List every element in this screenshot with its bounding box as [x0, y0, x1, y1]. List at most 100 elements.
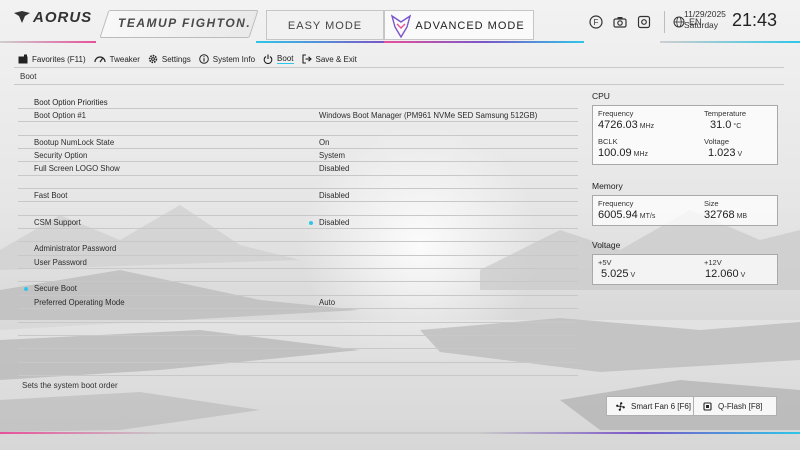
empty-row	[18, 336, 578, 350]
admin-password-row[interactable]: Administrator Password	[18, 242, 578, 256]
csm-support-value[interactable]: Disabled	[319, 218, 349, 227]
help-description: Sets the system boot order	[22, 381, 118, 390]
footer-accent-line	[0, 432, 800, 434]
spacer-row	[18, 229, 578, 243]
fast-boot-label: Fast Boot	[34, 191, 68, 201]
cpu-frequency-unit: MHz	[639, 123, 655, 130]
cpu-frequency-value: 4726.03	[598, 119, 638, 131]
advanced-mode-tab[interactable]: ADVANCED MODE	[384, 10, 534, 40]
user-password-label: User Password	[34, 257, 87, 267]
team-slogan: TEAMUP FIGHTON.	[118, 16, 252, 30]
user-password-row[interactable]: User Password	[18, 256, 578, 270]
chip-icon	[703, 401, 712, 411]
empty-row	[18, 323, 578, 336]
menu-tweaker[interactable]: Tweaker	[94, 54, 140, 64]
qflash-label: Q-Flash [F8]	[718, 401, 763, 411]
menu-boot[interactable]: Boot	[263, 54, 294, 64]
boot-option-1-row[interactable]: Boot Option #1 Windows Boot Manager (PM9…	[18, 109, 578, 123]
header-accent-right	[384, 41, 584, 43]
cpu-title: CPU	[592, 91, 610, 101]
cpu-voltage: Voltage 1.023 V	[704, 137, 742, 159]
memory-size-value: 32768	[704, 209, 735, 221]
empty-row	[18, 349, 578, 363]
voltage-12v-value: 12.060	[705, 268, 739, 280]
secure-boot-indicator-dot	[24, 287, 28, 292]
date-text: 11/29/2025	[684, 9, 726, 19]
security-option-value[interactable]: System	[319, 151, 345, 160]
cpu-voltage-reading: 1.023 V	[704, 147, 742, 159]
header-accent-mid	[256, 41, 384, 43]
cpu-bclk-label: BCLK	[598, 137, 618, 146]
qflash-button[interactable]: Q-Flash [F8]	[693, 396, 777, 416]
numlock-row[interactable]: Bootup NumLock State On	[18, 136, 578, 150]
memory-size-unit: MB	[736, 213, 748, 220]
breadcrumb-divider	[14, 84, 784, 85]
mode-switcher: EASY MODE ADVANCED MODE	[266, 10, 566, 40]
top-header: AORUS TEAMUP FIGHTON. EASY MODE ADVANCED…	[0, 0, 800, 44]
cpu-voltage-label: Voltage	[704, 137, 730, 146]
numlock-label: Bootup NumLock State	[34, 137, 115, 147]
header-accent-far	[660, 41, 800, 43]
cpu-temperature-unit: °C	[733, 123, 742, 130]
brand-text: AORUS	[33, 9, 93, 26]
full-screen-logo-value[interactable]: Disabled	[319, 164, 349, 173]
fast-boot-row[interactable]: Fast Boot Disabled	[18, 189, 578, 203]
memory-frequency-label: Frequency	[598, 199, 634, 208]
cpu-bclk-value: 100.09	[598, 147, 632, 159]
security-option-row[interactable]: Security Option System	[18, 149, 578, 163]
boot-option-1-value[interactable]: Windows Boot Manager (PM961 NVMe SED Sam…	[319, 111, 537, 120]
voltage-12v-unit: V	[740, 272, 746, 279]
easy-mode-tab[interactable]: EASY MODE	[266, 10, 384, 40]
menu-settings-label: Settings	[161, 54, 191, 64]
memory-frequency-value: 6005.94	[598, 209, 638, 221]
menu-favorites[interactable]: Favorites (F11)	[18, 54, 86, 64]
fast-boot-value[interactable]: Disabled	[319, 191, 349, 200]
voltage-5v-label: +5V	[598, 258, 612, 267]
cpu-temperature: Temperature 31.0 °C	[704, 109, 746, 131]
cpu-voltage-unit: V	[737, 151, 743, 158]
advanced-mode-label: ADVANCED MODE	[415, 20, 525, 32]
eagle-icon	[14, 11, 30, 23]
breadcrumb: Boot	[20, 72, 37, 81]
screenshot-icon[interactable]	[612, 14, 628, 30]
cpu-temperature-reading: 31.0 °C	[704, 119, 746, 131]
preferred-mode-label: Preferred Operating Mode	[34, 297, 125, 307]
memory-frequency-unit: MT/s	[639, 213, 656, 220]
menu-system-info[interactable]: System Info	[198, 54, 256, 64]
preferred-mode-row[interactable]: Preferred Operating Mode Auto	[18, 296, 578, 310]
date-display: 11/29/2025 Saturday	[684, 9, 726, 31]
memory-title: Memory	[592, 181, 623, 191]
power-icon	[263, 54, 273, 64]
aorus-falcon-icon	[390, 14, 412, 39]
security-option-label: Security Option	[34, 151, 88, 161]
gear-icon	[148, 54, 158, 64]
help-icon[interactable]: F	[588, 14, 604, 30]
menu-system-info-label: System Info	[212, 54, 256, 64]
menu-save-exit[interactable]: Save & Exit	[301, 54, 357, 64]
cpu-frequency-reading: 4726.03 MHz	[598, 119, 654, 131]
favorites-icon	[18, 54, 28, 64]
preferred-mode-value[interactable]: Auto	[319, 298, 335, 307]
menu-tweaker-label: Tweaker	[109, 54, 140, 64]
csm-support-row[interactable]: CSM Support Disabled	[18, 216, 578, 230]
voltage-12v-label: +12V	[704, 258, 722, 267]
main-menu: Favorites (F11) Tweaker Settings System …	[18, 52, 357, 66]
secure-boot-row[interactable]: Secure Boot	[18, 282, 578, 296]
voltage-5v-reading: 5.025 V	[598, 268, 635, 280]
cpu-bclk-unit: MHz	[633, 151, 649, 158]
menu-divider	[14, 67, 784, 68]
cpu-frequency: Frequency 4726.03 MHz	[598, 109, 654, 131]
voltage-title: Voltage	[592, 240, 621, 250]
voltage-5v: +5V 5.025 V	[598, 258, 635, 280]
menu-settings[interactable]: Settings	[148, 54, 191, 64]
header-accent-left	[0, 41, 96, 43]
smart-fan-button[interactable]: Smart Fan 6 [F6]	[606, 396, 701, 416]
full-screen-logo-row[interactable]: Full Screen LOGO Show Disabled	[18, 162, 578, 176]
menu-save-exit-label: Save & Exit	[315, 54, 357, 64]
numlock-value[interactable]: On	[319, 138, 329, 147]
info-icon	[198, 54, 209, 64]
secure-boot-label: Secure Boot	[34, 284, 77, 294]
voltage-5v-value: 5.025	[601, 268, 629, 280]
settings-icon[interactable]	[636, 14, 652, 30]
voltage-5v-unit: V	[630, 272, 636, 279]
